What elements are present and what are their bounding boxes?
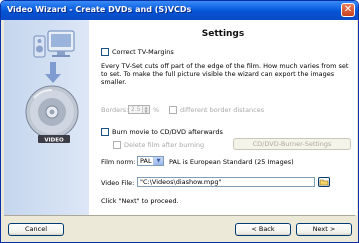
title-bar[interactable]: Video Wizard - Create DVDs and (S)VCDs ✕ [1, 1, 358, 20]
film-norm-select[interactable]: PAL ▼ [137, 156, 164, 166]
cancel-button[interactable]: Cancel [8, 223, 64, 236]
disc-icon [25, 85, 79, 139]
film-norm-description: PAL is European Standard (25 Images) [169, 158, 294, 166]
burn-movie-checkbox[interactable] [101, 128, 109, 136]
close-icon: ✕ [343, 4, 353, 15]
spinner-arrows-icon[interactable]: ▲ ▼ [142, 106, 149, 113]
button-bar: Cancel < Back Next > [4, 217, 355, 239]
film-norm-label: Film norm: [101, 158, 136, 166]
close-button[interactable]: ✕ [341, 3, 355, 17]
correct-tv-margins-label[interactable]: Correct TV-Margins [112, 48, 174, 56]
burner-settings-button[interactable]: CD/DVD-Burner-Settings [233, 138, 351, 150]
film-norm-value: PAL [140, 157, 152, 165]
delete-film-checkbox[interactable] [113, 141, 121, 149]
chevron-down-icon[interactable]: ▼ [153, 157, 163, 165]
burn-movie-label[interactable]: Burn movie to CD/DVD afterwards [112, 128, 223, 136]
computer-icon [33, 30, 75, 58]
video-badge-label: VIDEO [44, 138, 64, 144]
borders-spinner[interactable]: 2.5 ▲ ▼ [128, 105, 150, 114]
settings-panel: Settings Correct TV-Margins Every TV-Set… [89, 20, 357, 215]
page-title: Settings [201, 29, 245, 39]
browse-button[interactable] [318, 177, 330, 187]
next-button[interactable]: Next > [296, 223, 352, 236]
margins-description: Every TV-Set cuts off part of the edge o… [101, 62, 349, 86]
folder-icon [319, 179, 329, 186]
arrow-down-icon [45, 62, 61, 83]
different-borders-checkbox[interactable] [169, 106, 177, 114]
correct-tv-margins-checkbox[interactable] [101, 48, 109, 56]
borders-value: 2.5 [131, 106, 141, 113]
different-borders-label[interactable]: different border distances [180, 106, 264, 114]
proceed-hint: Click "Next" to proceed. [101, 197, 179, 205]
window-title: Video Wizard - Create DVDs and (S)VCDs [7, 5, 192, 14]
wizard-client: VIDEO Settings Correct TV-Margins Every … [4, 20, 357, 239]
dvd-illustration: VIDEO [25, 30, 79, 144]
borders-label: Borders: [101, 106, 129, 114]
wizard-side-panel: VIDEO [4, 20, 89, 215]
back-button[interactable]: < Back [235, 223, 291, 236]
wizard-window: Video Wizard - Create DVDs and (S)VCDs ✕ [0, 0, 359, 243]
video-file-field[interactable]: "C:\Videos\diashow.mpg" [137, 177, 315, 187]
video-file-label: Video File: [101, 179, 135, 187]
borders-unit: % [153, 106, 160, 114]
delete-film-label[interactable]: Delete film after burning [124, 141, 204, 149]
